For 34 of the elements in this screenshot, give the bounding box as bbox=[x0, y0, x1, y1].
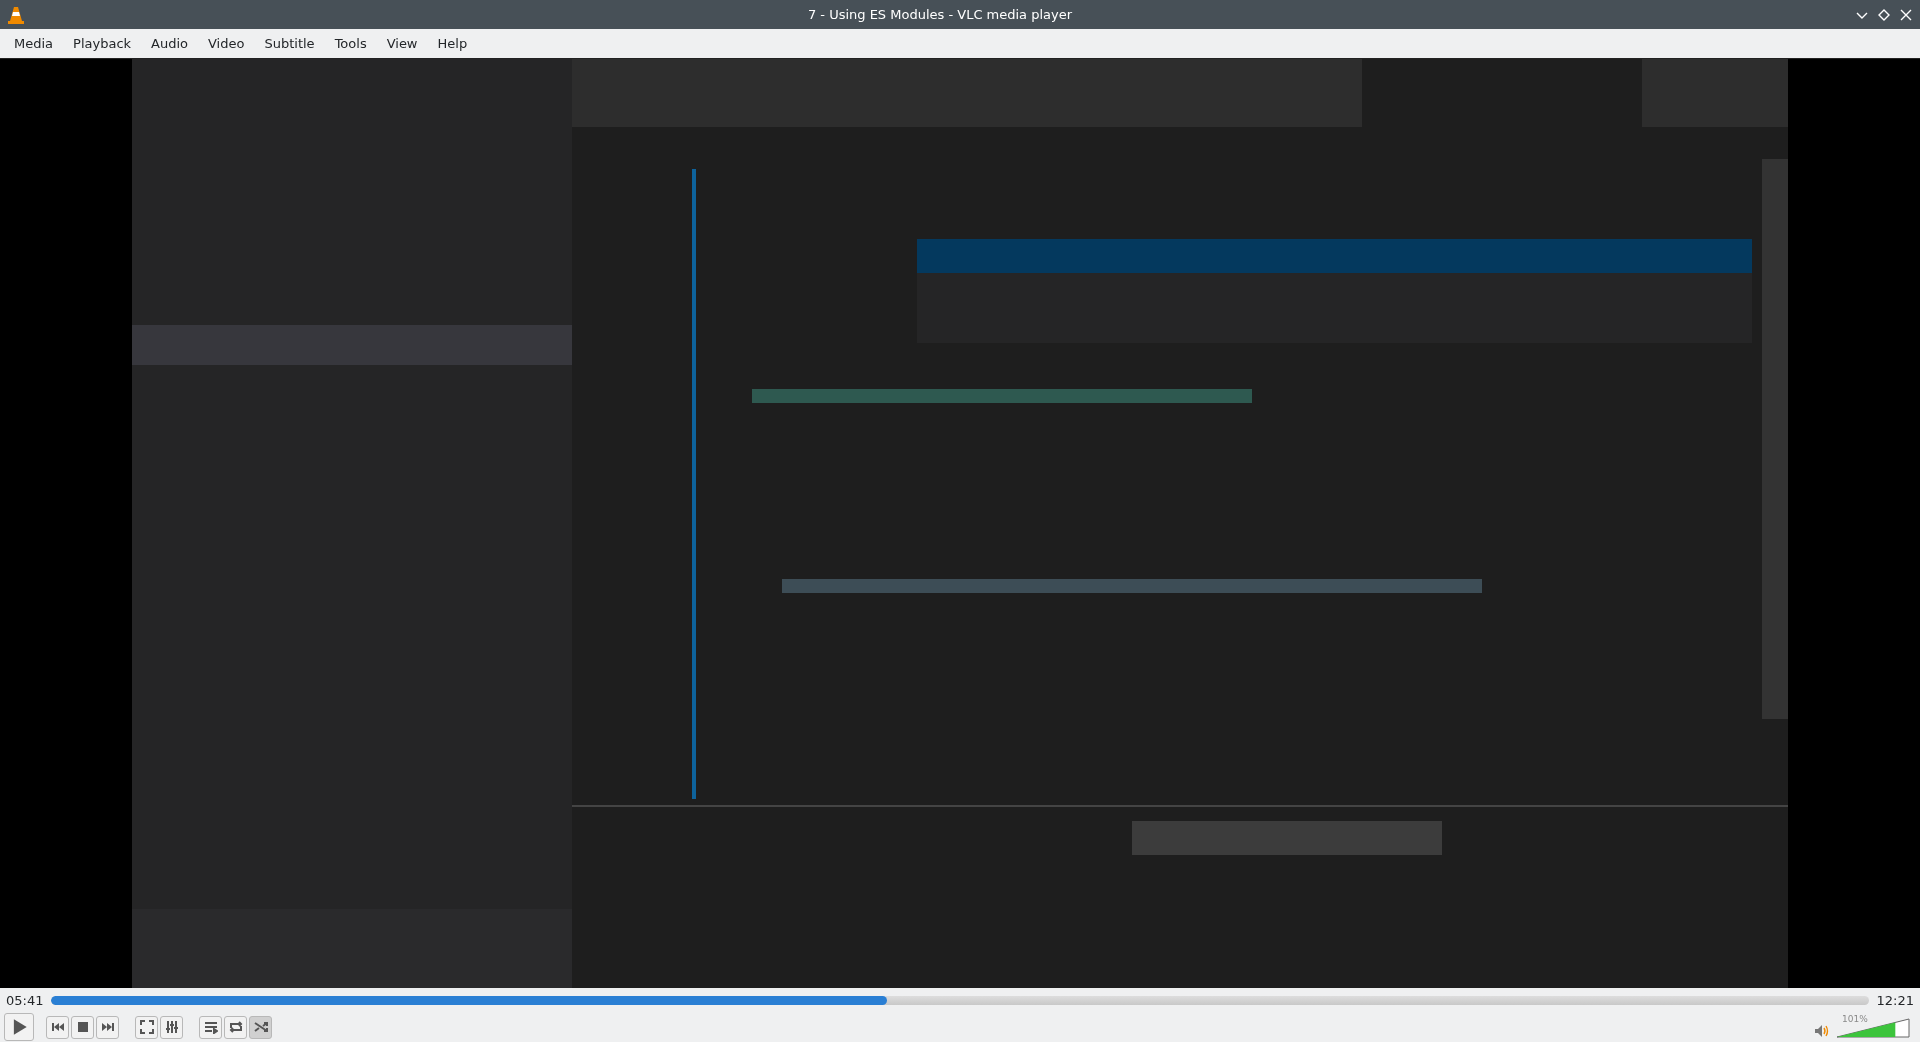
settings-button[interactable] bbox=[160, 1015, 183, 1039]
speaker-icon[interactable] bbox=[1814, 1024, 1830, 1038]
loop-button[interactable] bbox=[224, 1015, 247, 1039]
play-button[interactable] bbox=[4, 1013, 34, 1041]
loop-icon bbox=[228, 1020, 243, 1034]
next-button[interactable] bbox=[96, 1015, 119, 1039]
menu-item[interactable]: Media bbox=[4, 36, 64, 51]
shuffle-button[interactable] bbox=[249, 1015, 272, 1039]
maximize-icon[interactable] bbox=[1878, 8, 1890, 21]
stop-icon bbox=[75, 1020, 90, 1034]
fullscreen-button[interactable] bbox=[135, 1015, 158, 1039]
menu-item[interactable]: Video bbox=[198, 36, 255, 51]
elapsed-time: 05:41 bbox=[6, 992, 44, 1008]
menu-item[interactable]: Tools bbox=[324, 36, 377, 51]
previous-button[interactable] bbox=[46, 1015, 69, 1039]
traffic-cone-icon bbox=[8, 5, 24, 24]
total-time: 12:21 bbox=[1876, 992, 1914, 1008]
previous-icon bbox=[50, 1020, 65, 1034]
menu-item[interactable]: Playback bbox=[63, 36, 142, 51]
stop-button[interactable] bbox=[71, 1015, 94, 1039]
close-icon[interactable] bbox=[1900, 8, 1912, 21]
menu-item[interactable]: Subtitle bbox=[254, 36, 325, 51]
volume-reading: 101% bbox=[1842, 1014, 1868, 1024]
shuffle-icon bbox=[253, 1020, 268, 1034]
menu-item[interactable]: View bbox=[376, 36, 428, 51]
fullscreen-icon bbox=[139, 1020, 154, 1034]
window-title: 7 - Using ES Modules - VLC media player bbox=[806, 7, 1074, 22]
sliders-icon bbox=[164, 1020, 179, 1034]
next-icon bbox=[100, 1020, 115, 1034]
playlist-icon bbox=[203, 1020, 218, 1034]
menu-item[interactable]: Audio bbox=[141, 36, 198, 51]
playlist-button[interactable] bbox=[199, 1015, 222, 1039]
menu-item[interactable]: Help bbox=[427, 36, 478, 51]
seek-bar[interactable] bbox=[51, 995, 1869, 1005]
